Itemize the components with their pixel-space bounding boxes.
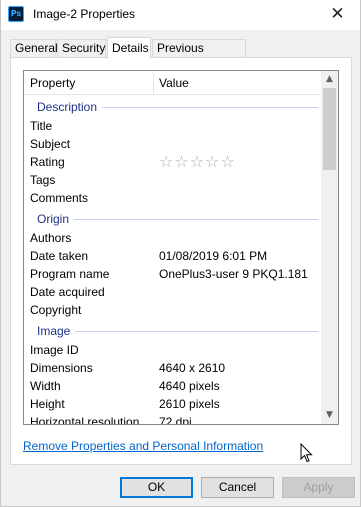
property-value[interactable]: 72 dpi: [159, 413, 309, 424]
property-name: Rating: [30, 155, 65, 169]
column-divider[interactable]: [153, 73, 154, 93]
tab-security[interactable]: Security: [57, 39, 106, 58]
tab-previous-versions[interactable]: Previous Versions: [152, 39, 246, 72]
ok-button[interactable]: OK: [120, 477, 193, 498]
list-item[interactable]: Width 4640 pixels: [24, 377, 322, 395]
property-name: Comments: [30, 191, 89, 205]
window-title: Image-2 Properties: [33, 7, 136, 21]
property-name: Tags: [30, 173, 56, 187]
list-item[interactable]: Dimensions 4640 x 2610: [24, 359, 322, 377]
tab-details[interactable]: Details: [107, 37, 151, 59]
list-item[interactable]: Date acquired: [24, 283, 322, 301]
tab-general[interactable]: General: [10, 39, 58, 58]
scroll-down-icon[interactable]: ▼: [321, 407, 338, 424]
property-name: Title: [30, 119, 53, 133]
property-list[interactable]: Property Value Description Title Subject: [23, 70, 339, 425]
property-name: Subject: [30, 137, 71, 151]
list-item[interactable]: Image ID: [24, 341, 322, 359]
scroll-up-icon[interactable]: ▲: [321, 71, 338, 88]
property-value[interactable]: 2610 pixels: [159, 395, 309, 413]
properties-dialog: Ps Image-2 Properties ✕ General Security…: [0, 0, 361, 507]
group-divider: [37, 331, 318, 332]
list-item[interactable]: Title: [24, 117, 322, 135]
list-item[interactable]: Horizontal resolution 72 dpi: [24, 413, 322, 425]
remove-properties-link[interactable]: Remove Properties and Personal Informati…: [23, 439, 263, 453]
group-description: Description: [24, 97, 322, 117]
close-icon[interactable]: ✕: [315, 0, 360, 30]
list-item[interactable]: Height 2610 pixels: [24, 395, 322, 413]
list-item[interactable]: Program name OnePlus3-user 9 PKQ1.181...: [24, 265, 322, 283]
property-value[interactable]: 4640 pixels: [159, 377, 309, 395]
property-value[interactable]: OnePlus3-user 9 PKQ1.181...: [159, 265, 309, 283]
photoshop-app-icon: Ps: [8, 6, 24, 22]
list-rows: Description Title Subject Rating ☆☆☆☆☆ T…: [24, 97, 322, 425]
list-item[interactable]: Comments: [24, 189, 322, 207]
property-name: Image ID: [30, 343, 79, 357]
property-name: Horizontal resolution: [30, 415, 140, 425]
cancel-button[interactable]: Cancel: [201, 477, 274, 498]
apply-button[interactable]: Apply: [282, 477, 355, 498]
column-header-value[interactable]: Value: [159, 76, 189, 90]
rating-stars-icon[interactable]: ☆☆☆☆☆: [159, 153, 236, 171]
scrollbar-thumb[interactable]: [323, 88, 336, 170]
group-label: Description: [37, 97, 103, 117]
property-name: Dimensions: [30, 361, 93, 375]
vertical-scrollbar[interactable]: ▲ ▼: [321, 71, 338, 424]
property-name: Authors: [30, 231, 72, 245]
group-label: Origin: [37, 209, 75, 229]
list-header: Property Value: [24, 71, 322, 95]
property-name: Copyright: [30, 303, 82, 317]
property-value[interactable]: 01/08/2019 6:01 PM: [159, 247, 309, 265]
list-item[interactable]: Tags: [24, 171, 322, 189]
group-divider: [37, 219, 318, 220]
property-name: Date acquired: [30, 285, 105, 299]
property-name: Height: [30, 397, 65, 411]
property-name: Program name: [30, 267, 110, 281]
details-panel: Property Value Description Title Subject: [10, 57, 352, 465]
list-item[interactable]: Date taken 01/08/2019 6:01 PM: [24, 247, 322, 265]
property-name: Date taken: [30, 249, 89, 263]
group-origin: Origin: [24, 209, 322, 229]
column-header-property[interactable]: Property: [30, 76, 75, 90]
mouse-pointer-icon: [300, 443, 313, 463]
list-item[interactable]: Authors: [24, 229, 322, 247]
title-bar[interactable]: Ps Image-2 Properties ✕: [1, 0, 360, 30]
property-value[interactable]: 4640 x 2610: [159, 359, 309, 377]
group-label: Image: [37, 321, 76, 341]
list-item[interactable]: Rating ☆☆☆☆☆: [24, 153, 322, 171]
list-item[interactable]: Subject: [24, 135, 322, 153]
property-name: Width: [30, 379, 61, 393]
list-item[interactable]: Copyright: [24, 301, 322, 319]
group-image: Image: [24, 321, 322, 341]
